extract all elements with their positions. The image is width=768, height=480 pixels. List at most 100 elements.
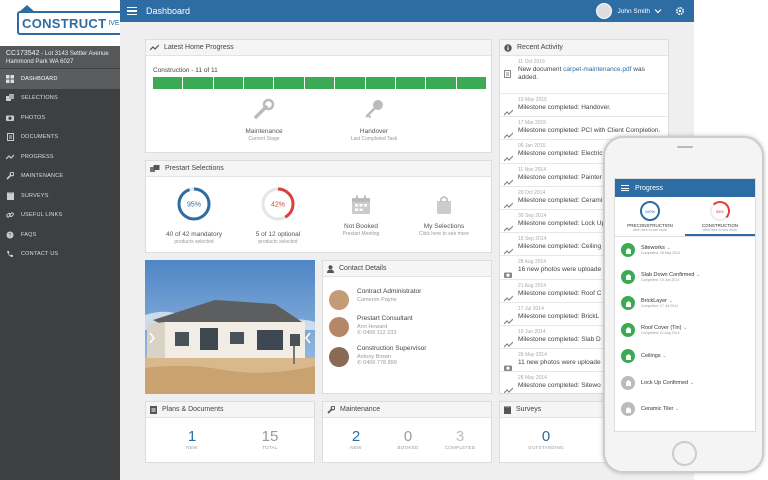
logo[interactable]: CONSTRUCT IVE	[0, 0, 125, 46]
tab-preconstruction[interactable]: 100% PRECONSTRUCTION click here to see m…	[615, 197, 685, 236]
contact-item[interactable]: Contract Administrator Cameron Payne	[329, 288, 421, 310]
contact-item[interactable]: Prestart Consultant Ann Howard ✆ 0406 11…	[329, 315, 413, 337]
progress-bar[interactable]	[153, 77, 486, 89]
job-info: CC173542 - Lot 3143 Settler Avenue Hammo…	[0, 46, 120, 68]
home-progress-card: Latest Home Progress Construction - 11 o…	[145, 39, 492, 153]
maintenance-new-label: NEW	[350, 445, 362, 450]
user-menu[interactable]: John Smith	[596, 3, 662, 19]
milestone-item[interactable]: Roof Cover (Tin) ⌄ Completed: 21 Aug 2014	[615, 317, 755, 344]
milestone-name: Ceilings ⌄	[641, 353, 667, 359]
sidebar-nav: DASHBOARD SELECTIONS PHOTOS DOCUMENTS PR…	[0, 68, 120, 264]
mandatory-percent: 95%	[187, 202, 201, 209]
optional-selections[interactable]: 42% 5 of 12 optional products selected	[238, 186, 318, 245]
mandatory-progress-ring: 95%	[177, 187, 211, 221]
sidebar-item-useful-links[interactable]: USEFUL LINKS	[0, 206, 120, 226]
shopping-bag-icon	[437, 196, 451, 214]
sidebar-item-faqs[interactable]: ? FAQS	[0, 225, 120, 245]
milestone-item[interactable]: Ceramic Tiler ⌄	[615, 396, 755, 423]
milestone-item[interactable]: Ceilings ⌄	[615, 343, 755, 370]
mandatory-selections[interactable]: 95% 40 of 42 mandatory products selected	[154, 186, 234, 245]
survey-icon	[6, 191, 14, 200]
optional-percent: 42%	[271, 202, 285, 209]
phone-speaker	[677, 146, 693, 148]
sidebar-item-label: SELECTIONS	[21, 95, 58, 102]
chevron-down-icon: ⌄	[696, 271, 701, 278]
activity-date: 19 May 2015	[518, 97, 547, 103]
contact-item[interactable]: Construction Supervisor Antony Brown ✆ 0…	[329, 345, 426, 367]
calendar-icon	[352, 195, 370, 214]
progress-icon	[503, 381, 514, 393]
plans-header: Plans & Documents	[146, 402, 314, 418]
sidebar-item-surveys[interactable]: SURVEYS	[0, 186, 120, 206]
surveys-outstanding-value: 0	[541, 428, 551, 445]
milestone-item[interactable]: Siteworks ⌄ Completed: 28 May 2014	[615, 237, 755, 264]
maintenance-completed-value: 3	[455, 428, 465, 445]
card-title: Surveys	[516, 406, 542, 413]
document-icon	[6, 133, 14, 142]
link-icon	[6, 211, 14, 219]
house-photo-carousel[interactable]	[145, 260, 315, 394]
card-title: Prestart Selections	[165, 165, 224, 172]
tab2-sub: click here to see more	[702, 228, 738, 232]
sidebar-item-dashboard[interactable]: DASHBOARD	[0, 69, 120, 89]
progress-segment	[365, 77, 395, 89]
dashboard-icon	[6, 74, 14, 83]
sidebar-item-photos[interactable]: PHOTOS	[0, 108, 120, 128]
current-stage[interactable]: Maintenance Current Stage	[214, 98, 314, 142]
my-selections[interactable]: My Selections Click here to see more	[404, 194, 484, 237]
last-completed-task[interactable]: Handover Last Completed Task	[324, 98, 424, 142]
card-title: Recent Activity	[517, 44, 563, 51]
sidebar-item-selections[interactable]: SELECTIONS	[0, 89, 120, 109]
phone-home-button	[672, 441, 697, 466]
milestone-item[interactable]: BrickLayer ⌄ Completed: 17 Jul 2014	[615, 290, 755, 317]
maintenance-header: Maintenance	[323, 402, 491, 418]
milestone-item[interactable]: Slab Down Confirmed ⌄ Completed: 10 Jun 2…	[615, 264, 755, 291]
phone-top-bar: Progress	[615, 179, 755, 197]
activity-date: 17 Mar 2015	[518, 120, 547, 127]
milestone-status-icon	[621, 243, 635, 258]
contact-phone[interactable]: ✆ 0406 112 233	[357, 330, 413, 336]
my-selections-sub: Click here to see more	[418, 231, 470, 237]
house-photo	[145, 260, 315, 394]
maintenance-booked-label: BOOKED	[397, 445, 419, 450]
activity-text-main: 16 new photos were uploade	[518, 266, 602, 274]
progress-segment	[335, 77, 365, 89]
prestart-meeting[interactable]: Not Booked Prestart Meeting	[321, 194, 401, 237]
plans-documents-card[interactable]: Plans & Documents 1 NEW 15 TOTAL	[145, 401, 315, 463]
milestone-name-text: Lock Up Confirmed	[641, 379, 689, 386]
selections-icon	[150, 164, 160, 173]
sidebar-item-documents[interactable]: DOCUMENTS	[0, 128, 120, 148]
progress-segment	[213, 77, 244, 89]
contact-phone[interactable]: ✆ 0406 778 899	[357, 360, 426, 366]
wrench-icon	[6, 172, 14, 180]
sidebar-item-progress[interactable]: PROGRESS	[0, 147, 120, 167]
tab2-percent: 58%	[715, 208, 724, 214]
activity-item[interactable]: 11 Oct 2016 New document carpet-maintenan…	[500, 56, 668, 94]
tab1-sub: click here to see more	[632, 228, 668, 232]
activity-text-main: Milestone completed: Cerami	[518, 196, 603, 204]
maintenance-card[interactable]: Maintenance 2 NEW 0 BOOKED 3 COMPLETED	[322, 401, 492, 463]
sidebar: CONSTRUCT IVE CC173542 - Lot 3143 Settle…	[0, 0, 125, 480]
activity-item[interactable]: 19 May 2015 Milestone completed: Handover…	[500, 94, 668, 118]
progress-segment	[456, 77, 486, 89]
gear-icon[interactable]	[672, 3, 688, 19]
prestart-selections-card: Prestart Selections 95% 40 of 42 mandato…	[145, 160, 492, 253]
contact-name: Cameron Payne	[357, 297, 397, 303]
milestone-item[interactable]: Lock Up Confirmed ⌄	[615, 370, 755, 397]
sidebar-item-contact-us[interactable]: CONTACT US	[0, 245, 120, 265]
milestone-name: Ceramic Tiler ⌄	[641, 406, 680, 412]
phone-tabs: 100% PRECONSTRUCTION click here to see m…	[615, 197, 755, 237]
job-id: CC173542	[6, 50, 40, 57]
activity-text: Milestone completed: Handover.	[518, 104, 668, 111]
document-link[interactable]: carpet-maintenance.pdf	[563, 66, 631, 73]
tab-construction[interactable]: 58% CONSTRUCTION click here to see more	[685, 197, 755, 236]
activity-text-main: Milestone completed: Sitewo	[518, 382, 601, 390]
activity-text-main: Milestone completed: Ceiling	[518, 243, 602, 251]
hamburger-menu-icon[interactable]	[621, 184, 629, 193]
sidebar-item-maintenance[interactable]: MAINTENANCE	[0, 167, 120, 187]
phone-icon	[6, 250, 14, 258]
activity-text-main: Milestone completed: Electric	[518, 150, 603, 158]
sidebar-item-label: CONTACT US	[21, 251, 59, 258]
hamburger-menu-icon[interactable]	[127, 5, 137, 18]
milestone-status-icon	[621, 296, 635, 311]
